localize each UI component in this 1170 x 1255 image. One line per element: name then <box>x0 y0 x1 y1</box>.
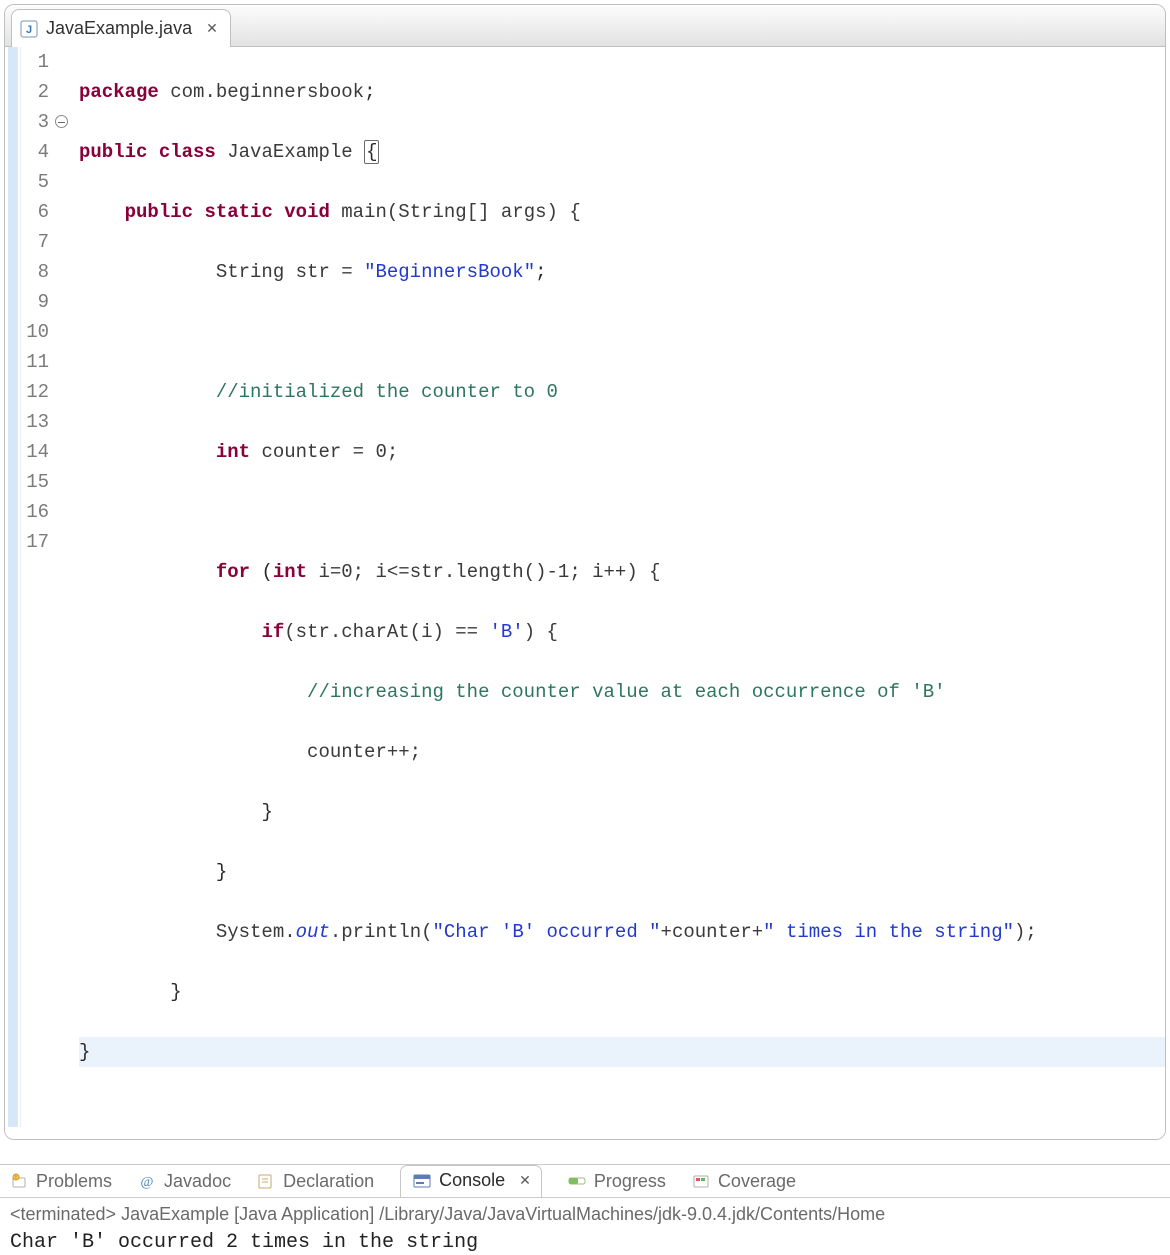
problems-icon: ! <box>10 1172 28 1190</box>
view-declaration[interactable]: Declaration <box>257 1171 374 1192</box>
editor-tab-label: JavaExample.java <box>46 18 192 39</box>
view-coverage-label: Coverage <box>718 1171 796 1192</box>
console-output[interactable]: Char 'B' occurred 2 times in the string <box>10 1231 1160 1254</box>
current-line: } <box>79 1037 1165 1067</box>
source-code[interactable]: package com.beginnersbook; public class … <box>75 47 1165 1127</box>
view-declaration-label: Declaration <box>283 1171 374 1192</box>
editor-tab-javaexample[interactable]: J JavaExample.java ✕ <box>11 9 231 47</box>
view-progress[interactable]: Progress <box>568 1171 666 1192</box>
matching-brace: { <box>364 140 379 164</box>
view-problems-label: Problems <box>36 1171 112 1192</box>
view-console-label: Console <box>439 1170 505 1191</box>
console-icon <box>413 1172 431 1190</box>
view-coverage[interactable]: Coverage <box>692 1171 796 1192</box>
view-problems[interactable]: ! Problems <box>10 1171 112 1192</box>
coverage-icon <box>692 1172 710 1190</box>
view-console[interactable]: Console ✕ <box>400 1165 542 1198</box>
code-area[interactable]: 1 2 3 4 5 6 7 8 9 10 11 12 13 14 15 16 1… <box>5 47 1165 1139</box>
view-javadoc[interactable]: @ Javadoc <box>138 1171 231 1192</box>
console-panel: <terminated> JavaExample [Java Applicati… <box>0 1197 1170 1254</box>
fold-gutter <box>55 47 75 1127</box>
change-marker-strip <box>5 47 21 1127</box>
console-run-descriptor: <terminated> JavaExample [Java Applicati… <box>10 1204 1160 1225</box>
declaration-icon <box>257 1172 275 1190</box>
view-javadoc-label: Javadoc <box>164 1171 231 1192</box>
views-tabbar: ! Problems @ Javadoc Declaration Console… <box>0 1164 1170 1197</box>
fold-icon[interactable] <box>55 115 68 128</box>
svg-text:!: ! <box>15 1175 16 1181</box>
javadoc-icon: @ <box>138 1172 156 1190</box>
close-icon[interactable]: ✕ <box>519 1172 529 1189</box>
editor-frame: J JavaExample.java ✕ 1 2 3 4 5 6 7 8 9 1… <box>4 4 1166 1140</box>
line-number-gutter: 1 2 3 4 5 6 7 8 9 10 11 12 13 14 15 16 1… <box>21 47 55 1127</box>
editor-tabbar: J JavaExample.java ✕ <box>5 5 1165 47</box>
svg-text:@: @ <box>141 1175 154 1190</box>
svg-text:J: J <box>26 24 32 36</box>
view-progress-label: Progress <box>594 1171 666 1192</box>
close-icon[interactable]: ✕ <box>206 20 216 37</box>
progress-icon <box>568 1172 586 1190</box>
java-file-icon: J <box>20 20 38 38</box>
